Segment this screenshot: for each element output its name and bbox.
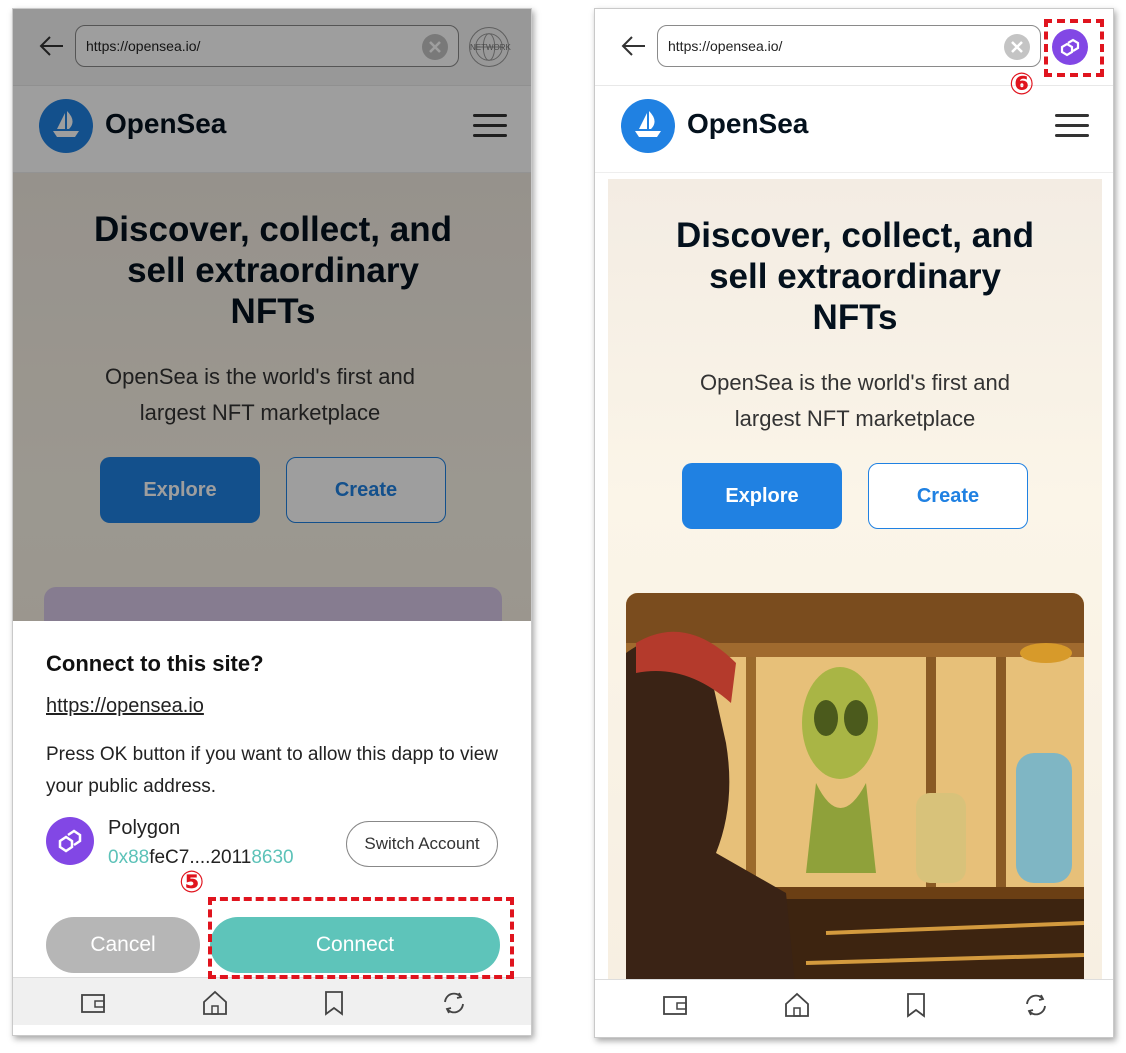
url-input[interactable]: https://opensea.io/ xyxy=(657,25,1041,67)
hero-section: Discover, collect, and sell extraordinar… xyxy=(608,179,1102,993)
hero-title-line2: sell extraordinary xyxy=(709,257,1001,296)
wallet-icon[interactable] xyxy=(660,990,690,1020)
address-prefix: 0x88 xyxy=(108,847,150,868)
opensea-logo-icon[interactable] xyxy=(621,99,675,153)
step-6-label: ⑥ xyxy=(1009,67,1035,102)
polygon-highlight-box xyxy=(1044,19,1104,77)
bookmark-icon[interactable] xyxy=(319,988,349,1018)
clear-x-icon[interactable] xyxy=(1004,34,1030,60)
refresh-icon[interactable] xyxy=(439,988,469,1018)
switch-account-button[interactable]: Switch Account xyxy=(346,821,498,867)
hero-sub-line1: OpenSea is the world's first and xyxy=(700,370,1010,395)
featured-nft-card[interactable] xyxy=(626,593,1084,993)
hamburger-menu-icon[interactable] xyxy=(1055,114,1089,138)
site-header: OpenSea xyxy=(595,85,1113,173)
explore-button[interactable]: Explore xyxy=(682,463,842,529)
bottom-nav xyxy=(595,979,1113,1027)
address-suffix: 8630 xyxy=(251,847,294,868)
hero-title-line1: Discover, collect, and xyxy=(676,216,1034,255)
polygon-icon xyxy=(46,817,94,865)
phone-screen-left: https://opensea.io/ NETWORK OpenSea Disc… xyxy=(12,8,532,1036)
dialog-title: Connect to this site? xyxy=(46,651,264,676)
connect-highlight-box xyxy=(208,897,514,979)
step-5-label: ⑤ xyxy=(179,865,205,900)
dialog-site-url: https://opensea.io xyxy=(46,695,204,717)
wallet-icon[interactable] xyxy=(78,988,108,1018)
cancel-button[interactable]: Cancel xyxy=(46,917,200,973)
browser-bar: https://opensea.io/ xyxy=(595,9,1113,85)
hero-title: Discover, collect, and sell extraordinar… xyxy=(608,215,1102,338)
bottom-nav xyxy=(13,977,531,1025)
brand-name[interactable]: OpenSea xyxy=(687,108,808,140)
hero-subtitle: OpenSea is the world's first and largest… xyxy=(638,365,1072,437)
create-button[interactable]: Create xyxy=(868,463,1028,529)
url-text: https://opensea.io/ xyxy=(668,38,783,54)
modal-backdrop[interactable] xyxy=(13,9,531,621)
account-name: Polygon xyxy=(108,817,181,839)
nft-artwork-image xyxy=(626,593,1084,993)
back-arrow-icon[interactable] xyxy=(619,31,649,61)
home-icon[interactable] xyxy=(200,988,230,1018)
phone-screen-right: https://opensea.io/ OpenSea Discover, co… xyxy=(594,8,1114,1038)
dialog-message: Press OK button if you want to allow thi… xyxy=(46,744,499,797)
hero-title-line3: NFTs xyxy=(812,298,898,337)
bookmark-icon[interactable] xyxy=(901,990,931,1020)
refresh-icon[interactable] xyxy=(1021,990,1051,1020)
hero-sub-line2: largest NFT marketplace xyxy=(734,406,976,431)
home-icon[interactable] xyxy=(782,990,812,1020)
